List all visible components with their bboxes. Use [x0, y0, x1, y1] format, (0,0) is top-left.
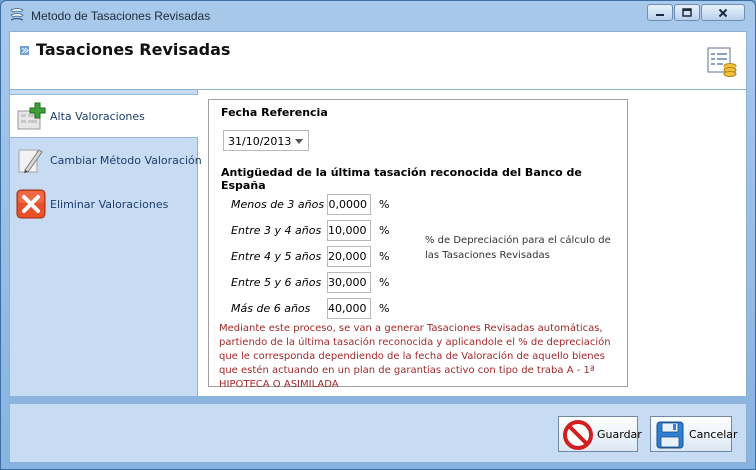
guardar-button[interactable]: Guardar [558, 416, 642, 452]
sidebar: Alta Valoraciones Cambiar Método Valorac… [10, 90, 202, 396]
cancelar-button[interactable]: Cancelar [650, 416, 738, 452]
depreciation-note: % de Depreciación para el cálculo de las… [425, 235, 611, 261]
collapse-arrow-icon[interactable] [20, 46, 29, 55]
no-sign-icon [563, 420, 593, 450]
close-icon [718, 8, 728, 17]
page-title: Tasaciones Revisadas [36, 40, 231, 59]
sidebar-item-label: Cambiar Método Valoración [50, 153, 202, 167]
cancelar-label: Cancelar [689, 428, 738, 441]
row-label-3-4: Entre 3 y 4 años [231, 224, 322, 237]
title-bar[interactable]: Metodo de Tasaciones Revisadas [1, 1, 755, 31]
depreciation-input-4-5[interactable] [327, 246, 371, 267]
percent-label: % [379, 224, 390, 237]
sidebar-item-eliminar-valoraciones[interactable]: Eliminar Valoraciones [10, 182, 198, 226]
row-label-5-6: Entre 5 y 6 años [231, 276, 322, 289]
process-warning-text: Mediante este proceso, se van a generar … [219, 323, 611, 390]
row-label-4-5: Entre 4 y 5 años [231, 250, 322, 263]
row-label-menos-3: Menos de 3 años [231, 198, 325, 211]
minimize-icon [656, 13, 664, 16]
minimize-button[interactable] [647, 4, 673, 21]
fecha-referencia-select[interactable]: 31/10/2013 [223, 130, 309, 151]
app-window: Metodo de Tasaciones Revisadas Tasacione… [0, 0, 756, 470]
delete-x-icon [16, 189, 46, 219]
edit-pencil-icon [18, 149, 43, 173]
maximize-icon [682, 7, 692, 17]
guardar-label: Guardar [597, 428, 642, 441]
depreciation-input-3-4[interactable] [327, 220, 371, 241]
close-button[interactable] [701, 4, 745, 21]
maximize-button[interactable] [674, 4, 700, 21]
percent-label: % [379, 302, 390, 315]
row-label-mas-6: Más de 6 años [231, 302, 311, 315]
app-logo-icon [10, 8, 24, 21]
sidebar-item-label: Alta Valoraciones [50, 109, 145, 123]
page-header: Tasaciones Revisadas [9, 31, 747, 89]
percent-label: % [379, 276, 390, 289]
valuation-panel: Fecha Referencia 31/10/2013 Antigüedad d… [208, 99, 628, 390]
floppy-disk-icon [656, 421, 684, 449]
content-area: Alta Valoraciones Cambiar Método Valorac… [9, 89, 747, 397]
percent-label: % [379, 250, 390, 263]
depreciation-input-menos-3[interactable] [327, 194, 371, 215]
database-report-icon [707, 47, 737, 77]
add-valuation-icon [17, 102, 46, 130]
window-title: Metodo de Tasaciones Revisadas [31, 9, 211, 23]
footer-bar: Guardar Cancelar [9, 403, 747, 463]
depreciation-input-mas-6[interactable] [327, 298, 371, 319]
depreciation-input-5-6[interactable] [327, 272, 371, 293]
sidebar-item-alta-valoraciones[interactable]: Alta Valoraciones [10, 94, 198, 138]
antiguedad-title: Antigüedad de la última tasación reconoc… [221, 166, 582, 192]
fecha-referencia-label: Fecha Referencia [221, 106, 328, 119]
sidebar-item-cambiar-metodo[interactable]: Cambiar Método Valoración [10, 138, 202, 182]
sidebar-item-label: Eliminar Valoraciones [50, 197, 169, 211]
chevron-down-icon [295, 139, 303, 144]
percent-label: % [379, 198, 390, 211]
fecha-referencia-value: 31/10/2013 [228, 135, 292, 148]
